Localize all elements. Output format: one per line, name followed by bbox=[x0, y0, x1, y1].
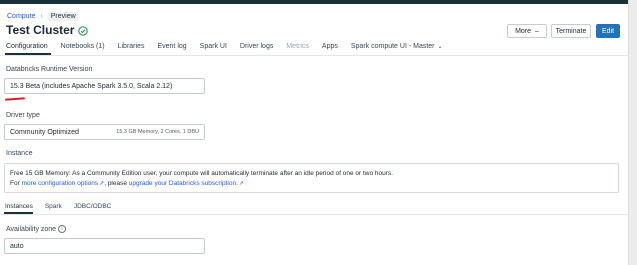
info-icon[interactable]: i bbox=[58, 225, 67, 233]
tabs-divider bbox=[0, 55, 629, 56]
tab-driver-logs[interactable]: Driver logs bbox=[240, 43, 273, 50]
tab-event-log[interactable]: Event log bbox=[157, 43, 186, 50]
tab-notebooks[interactable]: Notebooks (1) bbox=[61, 43, 105, 50]
upgrade-subscription-link[interactable]: upgrade your Databricks subscription. bbox=[129, 180, 238, 187]
tab-configuration[interactable]: Configuration bbox=[6, 43, 48, 50]
instance-info-mid: , please bbox=[104, 180, 127, 187]
breadcrumb-compute-link[interactable]: Compute bbox=[7, 13, 35, 20]
top-bar bbox=[0, 0, 637, 4]
runtime-select[interactable]: 15.3 Beta (includes Apache Spark 3.5.0, … bbox=[4, 78, 205, 94]
driver-type-select[interactable]: Community Optimized 15.3 GB Memory, 2 Co… bbox=[4, 124, 205, 140]
breadcrumb-separator: › bbox=[40, 13, 43, 20]
more-button[interactable]: More – bbox=[507, 24, 547, 38]
terminate-button-label: Terminate bbox=[555, 27, 587, 35]
availability-zone-value: auto bbox=[10, 242, 24, 250]
check-circle-icon bbox=[78, 25, 89, 36]
cluster-tabs: Configuration Notebooks (1) Libraries Ev… bbox=[6, 43, 456, 50]
instance-info-box: Free 15 GB Memory: As a Community Editio… bbox=[4, 163, 619, 193]
availability-zone-field[interactable]: auto bbox=[4, 238, 205, 254]
tab-apps[interactable]: Apps bbox=[322, 43, 338, 50]
ellipsis-icon: – bbox=[535, 27, 539, 35]
availability-zone-label: Availability zone bbox=[6, 225, 57, 233]
subtab-jdbc-odbc[interactable]: JDBC/ODBC bbox=[74, 203, 112, 210]
instance-info-line1: Free 15 GB Memory: As a Community Editio… bbox=[10, 170, 393, 177]
driver-type-value: Community Optimized bbox=[10, 128, 79, 136]
preview-badge: Preview bbox=[47, 12, 79, 21]
subtabs-divider bbox=[0, 214, 629, 215]
edit-button-label: Edit bbox=[601, 27, 615, 35]
terminate-button[interactable]: Terminate bbox=[551, 24, 591, 38]
external-link-icon: ↗ bbox=[238, 181, 244, 187]
driver-type-spec: 15.3 GB Memory, 2 Cores, 1 DBU bbox=[116, 129, 199, 135]
edit-button[interactable]: Edit bbox=[596, 24, 620, 38]
instance-info-line2: For more configuration options↗, please … bbox=[10, 179, 613, 189]
instance-info-prefix: For bbox=[10, 180, 20, 187]
runtime-value: 15.3 Beta (includes Apache Spark 3.5.0, … bbox=[10, 82, 173, 90]
runtime-label: Databricks Runtime Version bbox=[6, 66, 93, 73]
tab-spark-compute-ui-label: Spark compute UI - Master bbox=[350, 43, 435, 50]
red-annotation-underline bbox=[4, 97, 26, 101]
availability-zone-label-row: Availability zone i bbox=[6, 225, 67, 233]
instance-subtabs: Instances Spark JDBC/ODBC bbox=[5, 203, 123, 210]
driver-type-label: Driver type bbox=[6, 112, 40, 119]
subtab-instances[interactable]: Instances bbox=[5, 203, 33, 210]
subtab-spark[interactable]: Spark bbox=[45, 203, 62, 210]
tab-spark-compute-ui[interactable]: Spark compute UI - Master ⌄ bbox=[351, 43, 443, 50]
more-config-link[interactable]: more configuration options bbox=[22, 180, 99, 187]
page-title-row: Test Cluster bbox=[6, 23, 89, 37]
tab-libraries[interactable]: Libraries bbox=[118, 43, 145, 50]
page-title: Test Cluster bbox=[6, 23, 75, 37]
scrollbar[interactable] bbox=[628, 0, 637, 265]
tab-metrics[interactable]: Metrics bbox=[286, 43, 309, 50]
more-button-label: More bbox=[515, 27, 532, 35]
tab-spark-ui[interactable]: Spark UI bbox=[200, 43, 227, 50]
breadcrumb: Compute › Preview bbox=[7, 12, 79, 21]
instance-label: Instance bbox=[6, 150, 33, 157]
chevron-down-icon: ⌄ bbox=[437, 44, 443, 50]
